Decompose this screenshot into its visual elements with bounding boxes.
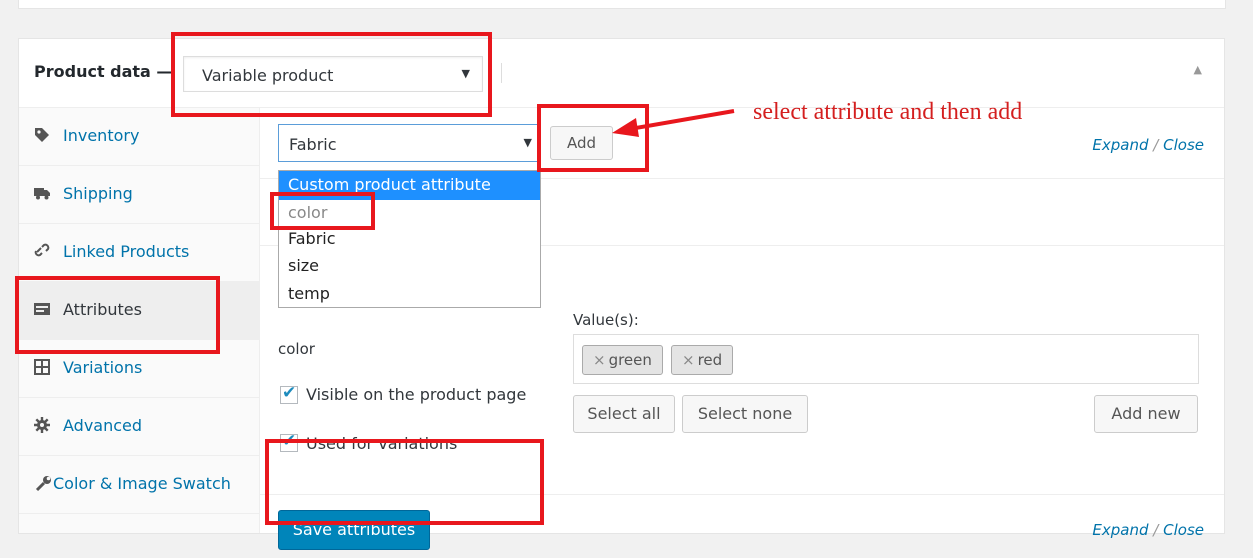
value-chip: × green bbox=[582, 345, 663, 375]
expand-link[interactable]: Expand bbox=[1092, 136, 1148, 154]
attribute-select-value: Fabric bbox=[289, 135, 337, 154]
metabox-title: Product data — bbox=[34, 62, 173, 81]
select-all-button[interactable]: Select all bbox=[573, 395, 675, 433]
close-link[interactable]: Close bbox=[1163, 521, 1204, 539]
attribute-dropdown-list: Custom product attribute color Fabric si… bbox=[278, 170, 541, 308]
tab-label: Shipping bbox=[63, 184, 133, 203]
remove-icon[interactable]: × bbox=[593, 351, 606, 369]
values-multiselect[interactable]: × green × red bbox=[573, 334, 1199, 384]
tab-label: Color & Image Swatch bbox=[53, 474, 231, 493]
option-size[interactable]: size bbox=[279, 252, 540, 281]
check-icon: ✔ bbox=[282, 383, 297, 403]
highlight-box bbox=[171, 32, 492, 117]
tab-label: Advanced bbox=[63, 416, 143, 435]
expand-link[interactable]: Expand bbox=[1092, 521, 1148, 539]
attribute-taxonomy-select[interactable]: Fabric ▼ bbox=[278, 124, 541, 162]
highlight-box bbox=[270, 192, 375, 230]
grid-icon bbox=[34, 359, 50, 375]
tab-shipping[interactable]: Shipping bbox=[19, 166, 259, 224]
option-temp[interactable]: temp bbox=[279, 280, 540, 309]
chip-label: red bbox=[697, 351, 723, 369]
separator: / bbox=[1148, 521, 1164, 539]
attribute-name: color bbox=[278, 340, 315, 358]
link-icon bbox=[34, 243, 50, 257]
close-link[interactable]: Close bbox=[1163, 136, 1204, 154]
visible-checkbox[interactable]: ✔ bbox=[280, 383, 298, 404]
tab-linked-products[interactable]: Linked Products bbox=[19, 224, 259, 282]
chip-label: green bbox=[608, 351, 652, 369]
tab-label: Inventory bbox=[63, 126, 140, 145]
select-none-button[interactable]: Select none bbox=[682, 395, 808, 433]
visible-label: Visible on the product page bbox=[306, 385, 527, 404]
expand-close-links: Expand / Close bbox=[1092, 521, 1204, 539]
gear-icon bbox=[34, 417, 50, 433]
tab-label: Linked Products bbox=[63, 242, 190, 261]
select-arrow-icon: ▼ bbox=[523, 136, 532, 149]
annotation-arrow-icon bbox=[612, 109, 735, 137]
remove-icon[interactable]: × bbox=[682, 351, 695, 369]
highlight-box bbox=[15, 276, 220, 354]
value-chip: × red bbox=[671, 345, 734, 375]
truck-icon bbox=[34, 188, 50, 200]
add-new-button[interactable]: Add new bbox=[1094, 395, 1198, 433]
triangle-up-icon[interactable]: ▲ bbox=[1194, 63, 1202, 76]
tab-color-image-swatch[interactable]: Color & Image Swatch bbox=[19, 456, 259, 514]
highlight-box bbox=[265, 439, 544, 525]
tag-icon bbox=[35, 128, 49, 142]
separator: / bbox=[1148, 136, 1164, 154]
tab-advanced[interactable]: Advanced bbox=[19, 398, 259, 456]
tab-label: Variations bbox=[63, 358, 143, 377]
previous-metabox bbox=[18, 0, 1226, 9]
header-divider bbox=[501, 63, 502, 83]
values-label: Value(s): bbox=[573, 311, 639, 329]
wrench-icon bbox=[35, 476, 51, 492]
expand-close-links: Expand / Close bbox=[1092, 136, 1204, 154]
annotation-text: select attribute and then add bbox=[753, 99, 1023, 125]
